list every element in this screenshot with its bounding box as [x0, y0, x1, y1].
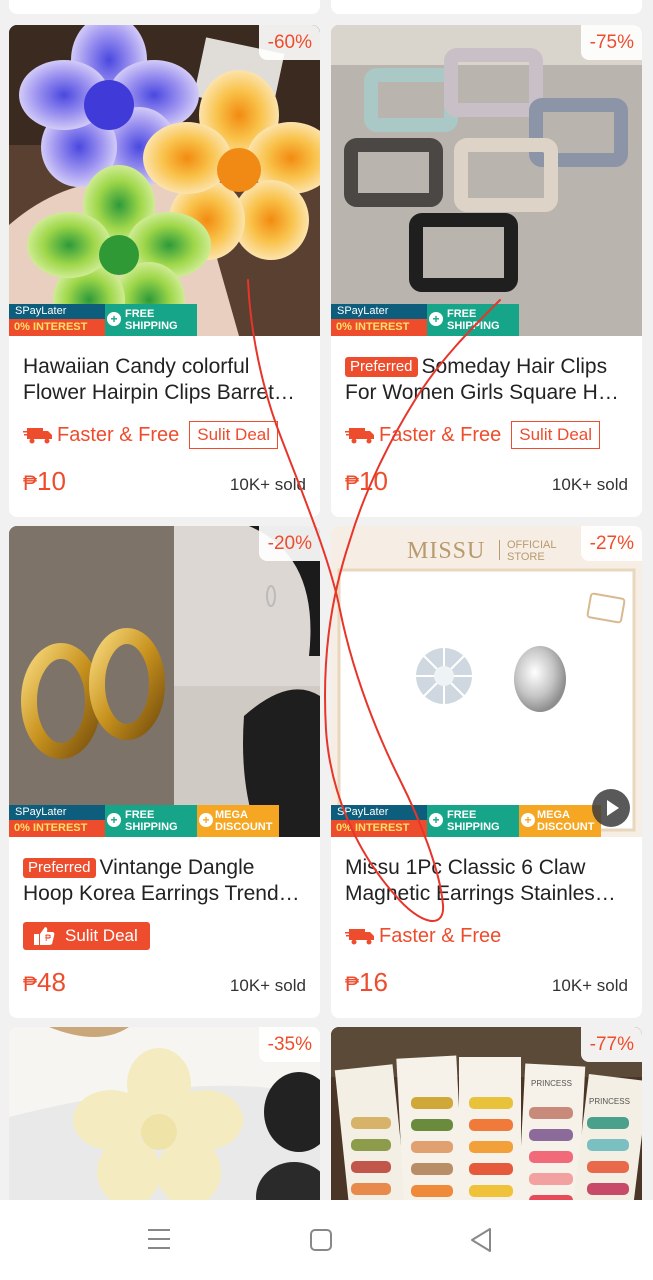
product-card[interactable]: -75% SPayLater0% INTEREST FREESHIPPING P… [331, 25, 642, 517]
system-nav-bar [0, 1200, 653, 1280]
truck-icon [23, 428, 52, 444]
product-card[interactable]: MISSU OFFICIAL STORE -27% SPayLater 0% IN… [331, 526, 642, 1018]
pack-label: PRINCESS [531, 1079, 572, 1088]
free-shipping-badge: FREESHIPPING [105, 805, 197, 837]
sulit-deal-tag: Sulit Deal [511, 421, 601, 449]
product-title: Preferred Vintange Dangle Hoop Korea Earr… [23, 856, 300, 905]
free-shipping-badge: FREESHIPPING [427, 304, 519, 336]
home-icon[interactable] [308, 1224, 334, 1254]
product-tags: Faster & Free Sulit Deal [345, 420, 628, 450]
spaylater-badge: SPayLater 0% INTEREST [9, 304, 105, 336]
preferred-badge: Preferred [23, 858, 96, 878]
partial-card-top-right[interactable] [331, 0, 642, 14]
discount-badge: -35% [258, 1027, 320, 1062]
product-image[interactable]: -75% SPayLater0% INTEREST FREESHIPPING [331, 25, 642, 336]
product-title: Hawaiian Candy colorful Flower Hairpin C… [23, 355, 295, 404]
discount-badge: -77% [580, 1027, 642, 1062]
pack-label: PRINCESS [589, 1097, 630, 1106]
product-price: ₱10 [23, 466, 66, 496]
thumbs-up-icon: ₱ [34, 927, 55, 945]
sold-count: 10K+ sold [229, 976, 306, 995]
mega-discount-badge: MEGADISCOUNT [519, 805, 601, 837]
product-tags: ₱ Sulit Deal [23, 921, 306, 951]
promo-badges: SPayLater0% INTEREST FREESHIPPING [9, 304, 197, 336]
product-price: ₱48 [23, 967, 66, 997]
recent-apps-icon[interactable] [146, 1224, 172, 1254]
product-title: Preferred Someday Hair Clips For Women Gi… [345, 355, 619, 404]
product-card[interactable]: -60% SPayLater0% INTEREST FREESHIPPING H… [9, 25, 320, 517]
product-image[interactable]: PRINCESS PRINCESS -77% [331, 1027, 642, 1227]
discount-badge: -20% [258, 526, 320, 561]
back-icon[interactable] [468, 1224, 494, 1254]
promo-badges: SPayLater0% INTEREST FREESHIPPING MEGADI… [331, 805, 601, 837]
sulit-deal-tag: Sulit Deal [189, 421, 279, 449]
product-image[interactable]: MISSU OFFICIAL STORE -27% SPayLater 0% IN… [331, 526, 642, 837]
mega-discount-badge: MEGADISCOUNT [197, 805, 279, 837]
product-price: ₱16 [345, 967, 388, 997]
product-title: Missu 1Pc Classic 6 Claw Magnetic Earrin… [345, 856, 616, 905]
spaylater-badge: SPayLater 0% INTEREST [9, 805, 105, 837]
svg-text:₱: ₱ [45, 933, 51, 943]
product-photo [9, 25, 320, 336]
discount-badge: -27% [580, 526, 642, 561]
promo-badges: SPayLater0% INTEREST FREESHIPPING [331, 304, 519, 336]
truck-icon [345, 929, 374, 945]
product-image[interactable]: -35% [9, 1027, 320, 1227]
partial-card-top-left[interactable] [9, 0, 320, 14]
sulit-deal-tag: ₱ Sulit Deal [23, 922, 150, 950]
faster-free-tag: Faster & Free [345, 424, 501, 447]
product-photo [331, 25, 642, 336]
product-card[interactable]: -20% SPayLater0% INTEREST FREESHIPPING M… [9, 526, 320, 1018]
product-card[interactable]: PRINCESS PRINCESS -77% [331, 1027, 642, 1227]
preferred-badge: Preferred [345, 357, 418, 377]
sold-count: 10K+ sold [551, 475, 628, 494]
video-play-icon[interactable] [592, 789, 630, 827]
product-image[interactable]: -60% SPayLater0% INTEREST FREESHIPPING [9, 25, 320, 336]
truck-icon [345, 428, 374, 444]
product-photo [9, 526, 320, 837]
play-icon [607, 800, 619, 816]
discount-badge: -60% [258, 25, 320, 60]
sold-count: 10K+ sold [551, 976, 628, 995]
product-image[interactable]: -20% SPayLater0% INTEREST FREESHIPPING M… [9, 526, 320, 837]
product-card[interactable]: -35% [9, 1027, 320, 1227]
faster-free-tag: Faster & Free [23, 424, 179, 447]
discount-badge: -75% [580, 25, 642, 60]
product-tags: Faster & Free Sulit Deal [23, 420, 306, 450]
spaylater-badge: SPayLater 0% INTEREST [331, 805, 427, 837]
spaylater-badge: SPayLater 0% INTEREST [331, 304, 427, 336]
free-shipping-badge: FREESHIPPING [427, 805, 519, 837]
product-tags: Faster & Free [345, 921, 628, 951]
sold-count: 10K+ sold [229, 475, 306, 494]
faster-free-tag: Faster & Free [345, 925, 501, 948]
free-shipping-badge: FREESHIPPING [105, 304, 197, 336]
promo-badges: SPayLater0% INTEREST FREESHIPPING MEGADI… [9, 805, 279, 837]
product-price: ₱10 [345, 466, 388, 496]
